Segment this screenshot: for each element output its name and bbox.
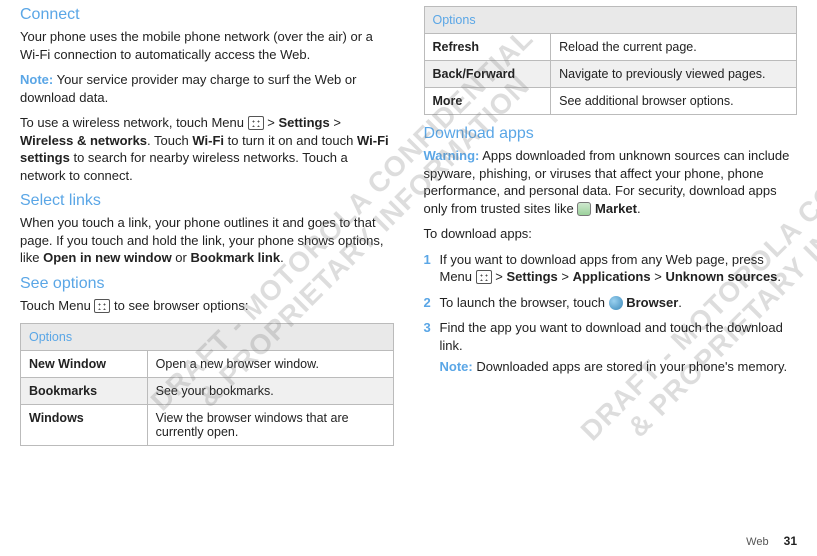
applications-label: Applications — [573, 269, 651, 284]
opt-val: See your bookmarks. — [147, 377, 393, 404]
right-column: Options Refresh Reload the current page.… — [424, 0, 798, 456]
txt: to search for nearby wireless networks. … — [20, 150, 348, 183]
table-row: Refresh Reload the current page. — [424, 34, 797, 61]
bookmark-link-label: Bookmark link — [190, 250, 280, 265]
footer-section: Web — [746, 536, 768, 548]
settings-label: Settings — [506, 269, 557, 284]
txt: to see browser options: — [110, 298, 248, 313]
table-row: More See additional browser options. — [424, 88, 797, 115]
opt-val: Navigate to previously viewed pages. — [551, 61, 797, 88]
txt: . — [280, 250, 284, 265]
options-table-1: Options New Window Open a new browser wi… — [20, 323, 394, 446]
options-table-2: Options Refresh Reload the current page.… — [424, 6, 798, 115]
opt-key: Bookmarks — [21, 377, 148, 404]
open-new-window-label: Open in new window — [43, 250, 172, 265]
wireless-label: Wireless & networks — [20, 133, 147, 148]
note-label: Note: — [440, 359, 473, 374]
table-row: Windows View the browser windows that ar… — [21, 404, 394, 445]
connect-note: Note: Your service provider may charge t… — [20, 71, 394, 106]
connect-p1: Your phone uses the mobile phone network… — [20, 28, 394, 63]
table-row: Bookmarks See your bookmarks. — [21, 377, 394, 404]
menu-icon — [94, 299, 110, 313]
select-p1: When you touch a link, your phone outlin… — [20, 214, 394, 267]
wifi-label: Wi-Fi — [192, 133, 224, 148]
browser-label: Browser — [626, 295, 678, 310]
table-row: Back/Forward Navigate to previously view… — [424, 61, 797, 88]
list-item: 1 If you want to download apps from any … — [424, 251, 798, 286]
opt-val: Reload the current page. — [551, 34, 797, 61]
table1-header: Options — [21, 323, 394, 350]
txt: > — [558, 269, 573, 284]
txt: > — [651, 269, 666, 284]
market-label: Market — [595, 201, 637, 216]
menu-icon — [476, 270, 492, 284]
download-intro: To download apps: — [424, 225, 798, 243]
opt-key: More — [424, 88, 551, 115]
txt: To launch the browser, touch — [440, 295, 609, 310]
txt: . — [678, 295, 682, 310]
note-label: Note: — [20, 72, 53, 87]
step-number: 1 — [424, 251, 431, 269]
txt: Downloaded apps are stored in your phone… — [473, 359, 787, 374]
heading-select-links: Select links — [20, 192, 394, 210]
opt-key: Back/Forward — [424, 61, 551, 88]
see-options-intro: Touch Menu to see browser options: — [20, 297, 394, 315]
step3-note: Note: Downloaded apps are stored in your… — [440, 358, 798, 376]
txt: or — [172, 250, 191, 265]
opt-key: New Window — [21, 350, 148, 377]
opt-val: See additional browser options. — [551, 88, 797, 115]
connect-p3: To use a wireless network, touch Menu > … — [20, 114, 394, 184]
list-item: 2 To launch the browser, touch Browser. — [424, 294, 798, 312]
settings-label: Settings — [278, 115, 329, 130]
opt-key: Windows — [21, 404, 148, 445]
download-steps: 1 If you want to download apps from any … — [424, 251, 798, 376]
opt-val: Open a new browser window. — [147, 350, 393, 377]
txt: > — [264, 115, 279, 130]
browser-icon — [609, 296, 623, 310]
txt: . — [637, 201, 641, 216]
download-warning: Warning: Apps downloaded from unknown so… — [424, 147, 798, 217]
table-row: New Window Open a new browser window. — [21, 350, 394, 377]
footer-page-number: 31 — [784, 534, 797, 548]
left-column: Connect Your phone uses the mobile phone… — [20, 0, 394, 456]
list-item: 3 Find the app you want to download and … — [424, 319, 798, 376]
txt: > — [492, 269, 507, 284]
step-number: 3 — [424, 319, 431, 337]
unknown-sources-label: Unknown sources — [665, 269, 777, 284]
heading-connect: Connect — [20, 6, 394, 24]
txt: to turn it on and touch — [224, 133, 357, 148]
step-number: 2 — [424, 294, 431, 312]
txt: . Touch — [147, 133, 192, 148]
txt: Find the app you want to download and to… — [440, 320, 783, 353]
warning-label: Warning: — [424, 148, 480, 163]
table2-header: Options — [424, 7, 797, 34]
opt-key: Refresh — [424, 34, 551, 61]
txt: To use a wireless network, touch Menu — [20, 115, 248, 130]
opt-val: View the browser windows that are curren… — [147, 404, 393, 445]
txt: > — [330, 115, 341, 130]
menu-icon — [248, 116, 264, 130]
txt: Touch Menu — [20, 298, 94, 313]
heading-download-apps: Download apps — [424, 125, 798, 143]
page-footer: Web 31 — [746, 534, 797, 548]
note-text: Your service provider may charge to surf… — [20, 72, 356, 105]
txt: . — [777, 269, 781, 284]
heading-see-options: See options — [20, 275, 394, 293]
market-icon — [577, 202, 591, 216]
